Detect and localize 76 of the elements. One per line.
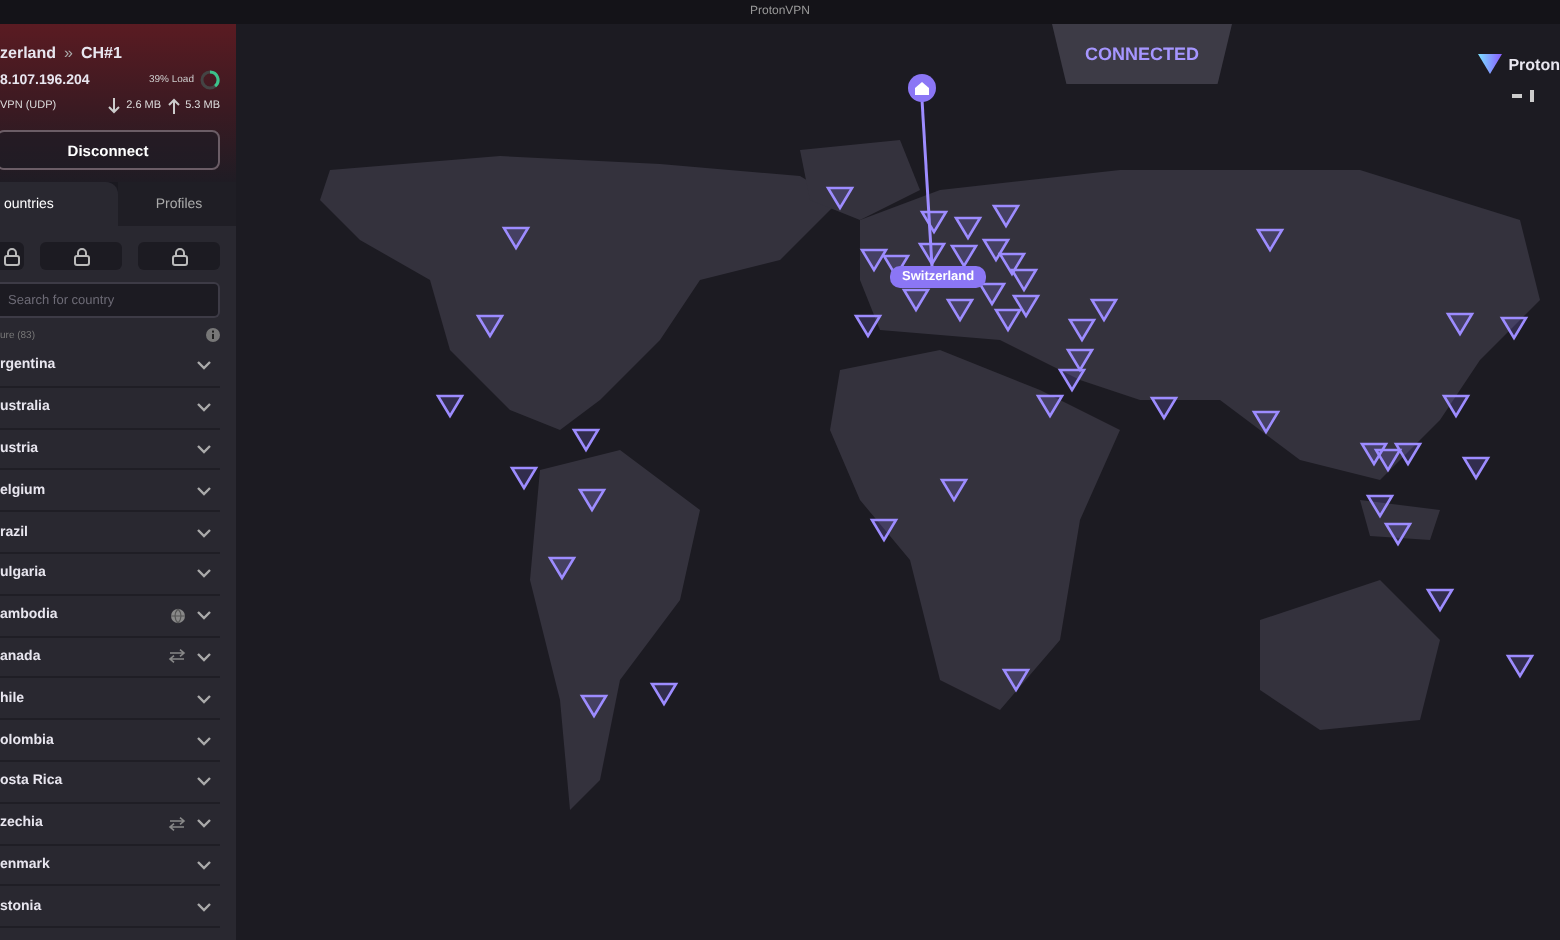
server-marker[interactable] [981, 238, 1011, 263]
chevron-down-icon[interactable] [196, 735, 212, 746]
filter-button[interactable] [40, 242, 122, 270]
globe-icon [170, 607, 186, 624]
server-marker[interactable] [1057, 368, 1087, 393]
filter-button[interactable] [0, 242, 24, 270]
server-marker[interactable] [825, 186, 855, 211]
server-marker[interactable] [579, 694, 609, 719]
chevron-down-icon[interactable] [196, 402, 212, 413]
server-marker[interactable] [475, 314, 505, 339]
separator-glyph: » [64, 44, 73, 62]
chevron-down-icon[interactable] [196, 693, 212, 704]
server-marker[interactable] [859, 248, 889, 273]
up-arrow-icon [167, 98, 180, 114]
home-pin-icon [908, 74, 936, 102]
server-marker[interactable] [993, 308, 1023, 333]
server-marker[interactable] [1505, 654, 1535, 679]
down-arrow-icon [108, 98, 121, 114]
server-marker[interactable] [1001, 668, 1031, 693]
server-marker[interactable] [577, 488, 607, 513]
server-marker[interactable] [997, 252, 1027, 277]
server-marker[interactable] [1445, 312, 1475, 337]
logo-icon [1478, 54, 1503, 74]
lock-icon [171, 247, 187, 265]
server-marker[interactable] [547, 556, 577, 581]
server-marker[interactable] [869, 518, 899, 543]
swap-arrows-icon [168, 815, 186, 832]
chevron-down-icon[interactable] [196, 485, 212, 496]
server-marker[interactable] [1441, 394, 1471, 419]
server-marker[interactable] [1461, 456, 1491, 481]
server-marker[interactable] [1373, 448, 1403, 473]
chevron-down-icon[interactable] [196, 568, 212, 579]
brand-name: Proton [1508, 55, 1560, 73]
chevron-down-icon[interactable] [196, 901, 212, 912]
server-marker[interactable] [1499, 316, 1529, 341]
chevron-down-icon[interactable] [196, 360, 212, 371]
server-marker[interactable] [1035, 394, 1065, 419]
server-marker[interactable] [977, 282, 1007, 307]
server-marker[interactable] [1255, 228, 1285, 253]
server-marker[interactable] [1383, 522, 1413, 547]
chevron-down-icon[interactable] [196, 776, 212, 787]
server-marker[interactable] [853, 314, 883, 339]
server-marker[interactable] [953, 216, 983, 241]
server-marker[interactable] [945, 298, 975, 323]
server-marker[interactable] [509, 466, 539, 491]
chevron-down-icon[interactable] [196, 818, 212, 829]
load-ring-track [200, 70, 220, 90]
chevron-down-icon[interactable] [196, 651, 212, 662]
lock-icon [4, 247, 20, 265]
server-code: CH#1 [80, 44, 122, 62]
chevron-down-icon[interactable] [196, 527, 212, 538]
server-marker[interactable] [649, 682, 679, 707]
server-marker[interactable] [1009, 268, 1039, 293]
chevron-down-icon[interactable] [196, 859, 212, 870]
server-marker[interactable] [1425, 588, 1455, 613]
filter-button[interactable] [138, 242, 220, 270]
server-marker[interactable] [1365, 494, 1395, 519]
server-marker[interactable] [1089, 298, 1119, 323]
server-marker[interactable] [1393, 442, 1423, 467]
server-marker[interactable] [1251, 410, 1281, 435]
server-marker[interactable] [1359, 442, 1389, 467]
lock-icon [73, 247, 89, 265]
connection-status: CONNECTED [1084, 44, 1199, 68]
server-marker[interactable] [1065, 348, 1095, 373]
server-marker[interactable] [501, 226, 531, 251]
swap-arrows-icon [168, 648, 186, 665]
server-name: zerland [0, 44, 57, 62]
server-marker[interactable] [1067, 318, 1097, 343]
server-marker[interactable] [435, 394, 465, 419]
chevron-down-icon[interactable] [196, 443, 212, 454]
server-marker[interactable] [1011, 294, 1041, 319]
server-marker[interactable] [991, 204, 1021, 229]
chevron-down-icon[interactable] [196, 610, 212, 621]
info-icon [206, 328, 220, 342]
server-marker[interactable] [919, 210, 949, 235]
server-marker[interactable] [1149, 396, 1179, 421]
